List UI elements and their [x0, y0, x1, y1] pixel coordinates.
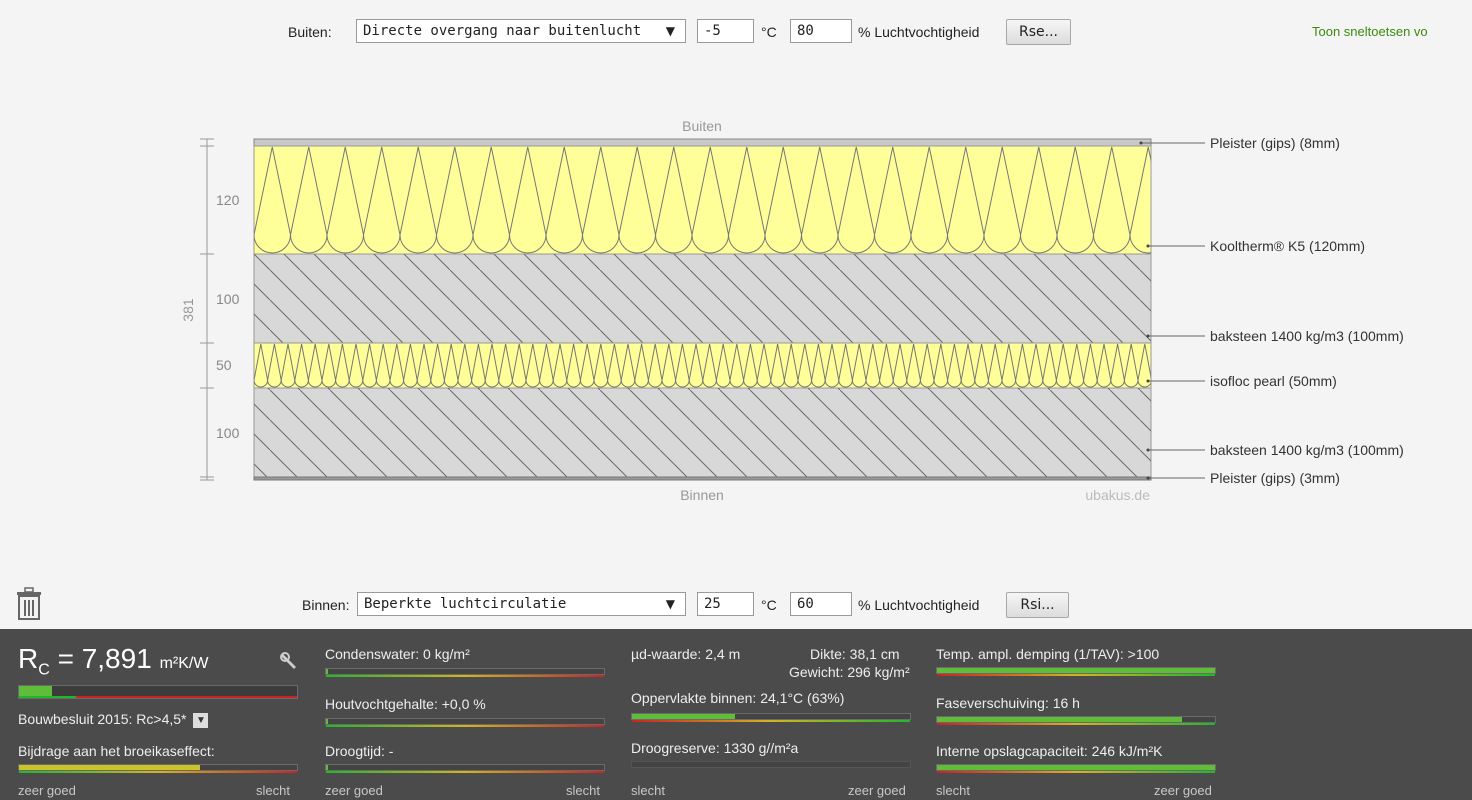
bouwbesluit-text: Bouwbesluit 2015: Rc>4,5* [18, 711, 187, 727]
ud-value-label: µd-waarde: 2,4 m [631, 646, 741, 662]
brick-hatch-inner [254, 388, 1151, 477]
total-thickness-label: 381 [180, 298, 196, 322]
inside-condition-select[interactable]: Beperkte luchtcirculatie ▼ [357, 592, 686, 616]
inside-humidity-label: % Luchtvochtigheid [858, 597, 980, 613]
rc-symbol: R [18, 643, 39, 674]
phase-shift-bar-fill [937, 717, 1182, 722]
inside-side-label: Binnen [680, 487, 724, 503]
phase-shift-bar [936, 716, 1216, 725]
surface-inside-bar-fill [632, 714, 735, 719]
scale-bad-col3: slecht [631, 783, 665, 798]
scale-good-col2: zeer goed [325, 783, 383, 798]
rsi-button[interactable]: Rsi... [1006, 592, 1069, 618]
layer-label-brick-outer[interactable]: baksteen 1400 kg/m3 (100mm) [1210, 328, 1404, 344]
scale-good-col3: zeer goed [848, 783, 906, 798]
phase-shift-label: Faseverschuiving: 16 h [936, 695, 1080, 711]
dim-label-brick-outer: 100 [216, 291, 240, 307]
thickness-label: Dikte: 38,1 cm [810, 646, 900, 662]
dimension-scale [200, 138, 214, 481]
surface-inside-label: Oppervlakte binnen: 24,1°C (63%) [631, 690, 845, 706]
layer-label-isofloc[interactable]: isofloc pearl (50mm) [1210, 373, 1337, 389]
dim-label-brick-inner: 100 [216, 425, 240, 441]
wood-moisture-label: Houtvochtgehalte: +0,0 % [325, 696, 486, 712]
inside-temperature-input[interactable]: 25 [697, 592, 754, 616]
scale-bad-col2: slecht [566, 783, 600, 798]
layer-label-plaster-top[interactable]: Pleister (gips) (8mm) [1210, 135, 1340, 151]
drying-reserve-bar [631, 761, 911, 768]
weight-label: Gewicht: 296 kg/m² [789, 664, 910, 680]
wrench-icon[interactable] [280, 652, 300, 672]
watermark: ubakus.de [1085, 487, 1150, 503]
inside-temp-unit: °C [761, 597, 777, 613]
bouwbesluit-label: Bouwbesluit 2015: Rc>4,5* ▼ [18, 711, 209, 728]
drying-time-bar [325, 764, 605, 773]
layer-kooltherm [253, 145, 1152, 255]
inside-conditions-row: Binnen: Beperkte luchtcirculatie ▼ 25 °C… [0, 590, 1472, 620]
layer-label-plaster-bottom[interactable]: Pleister (gips) (3mm) [1210, 470, 1340, 486]
layer-plaster-top [253, 138, 1152, 147]
scale-bad-col1: slecht [256, 783, 290, 798]
layer-label-brick-inner[interactable]: baksteen 1400 kg/m3 (100mm) [1210, 442, 1404, 458]
dim-label-kooltherm: 120 [216, 192, 240, 208]
wood-moisture-bar-fill [326, 719, 328, 724]
layer-plaster-bottom [253, 476, 1152, 481]
condensation-bar-fill [326, 669, 328, 674]
drying-time-bar-fill [326, 765, 328, 770]
temp-damping-bar [936, 667, 1216, 676]
dim-label-isofloc: 50 [216, 357, 232, 373]
rc-subscript: C [38, 661, 50, 679]
brick-hatch-outer [254, 254, 1151, 343]
scale-good-col4: zeer goed [1154, 783, 1212, 798]
dropdown-icon[interactable]: ▼ [193, 712, 209, 728]
wall-section-diagram: Buiten Binnen ubakus.de 381 120 100 50 1… [180, 118, 1404, 503]
rc-bar [18, 685, 298, 699]
storage-bar-fill [937, 765, 1215, 770]
outside-side-label: Buiten [682, 118, 722, 134]
greenhouse-label: Bijdrage aan het broeikaseffect: [18, 743, 215, 759]
greenhouse-bar [18, 764, 298, 773]
inside-condition-value: Beperkte luchtcirculatie [364, 596, 567, 612]
wood-moisture-bar [325, 718, 605, 727]
chevron-down-icon: ▼ [665, 597, 675, 611]
scale-good-col1: zeer goed [18, 783, 76, 798]
condensation-label: Condenswater: 0 kg/m² [325, 646, 470, 662]
layer-label-kooltherm[interactable]: Kooltherm® K5 (120mm) [1210, 238, 1365, 254]
drying-reserve-label: Droogreserve: 1330 g//m²a [631, 740, 799, 756]
results-panel: RC = 7,891 m²K/W Bouwbesluit 2015: Rc>4,… [0, 629, 1472, 800]
inside-humidity-input[interactable]: 60 [790, 592, 852, 616]
surface-inside-bar [631, 713, 911, 722]
storage-bar [936, 764, 1216, 773]
drying-time-label: Droogtijd: - [325, 743, 394, 759]
rc-value: = 7,891 [57, 643, 152, 674]
greenhouse-bar-fill [19, 765, 200, 770]
inside-label: Binnen: [302, 597, 350, 613]
rc-value-display: RC = 7,891 m²K/W [18, 643, 208, 680]
condensation-bar [325, 668, 605, 677]
temp-damping-bar-fill [937, 668, 1215, 673]
scale-bad-col4: slecht [936, 783, 970, 798]
rc-unit: m²K/W [159, 655, 209, 672]
temp-damping-label: Temp. ampl. demping (1/TAV): >100 [936, 646, 1160, 662]
storage-label: Interne opslagcapaciteit: 246 kJ/m²K [936, 743, 1163, 759]
